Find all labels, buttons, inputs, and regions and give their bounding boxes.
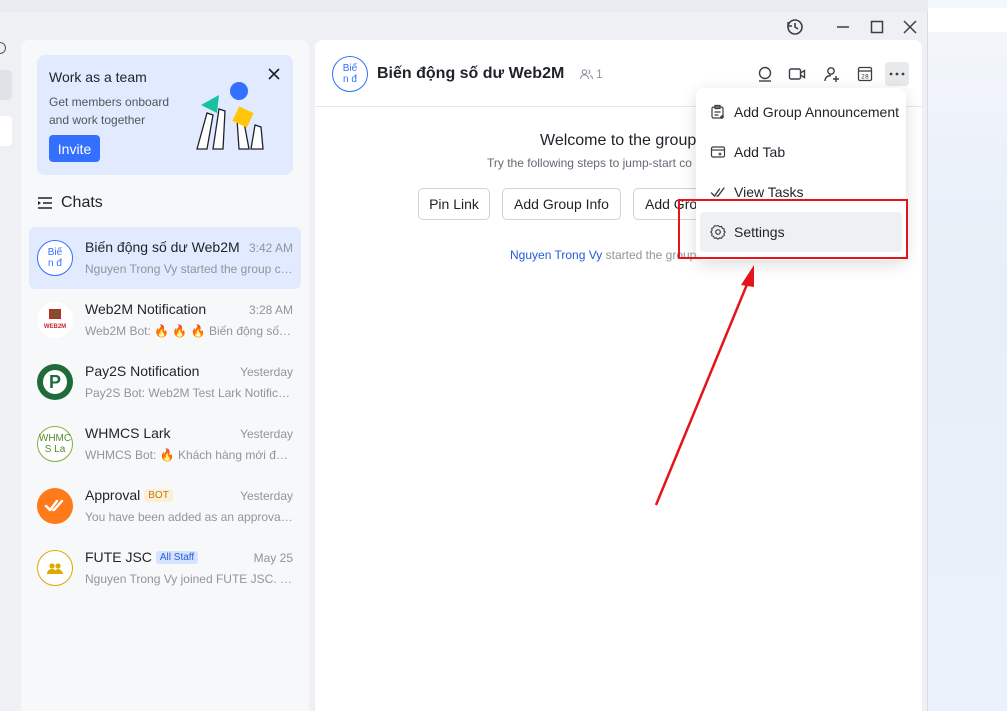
desktop-background	[928, 0, 1007, 711]
menu-item-add-tab[interactable]: Add Tab	[700, 132, 902, 172]
chat-item-whmcs-lark[interactable]: WHMC S La WHMCS Lark Yesterday WHMCS Bot…	[29, 413, 301, 475]
nav-icon[interactable]	[0, 42, 6, 54]
web2m-logo-icon	[49, 309, 61, 319]
chat-item-bien-dong[interactable]: Biế n đ Biến động số dư Web2M 3:42 AM Ng…	[29, 227, 301, 289]
team-illustration-icon	[193, 79, 269, 151]
group-avatar[interactable]: Biế n đ	[332, 56, 368, 92]
chat-name: Web2M Notification	[85, 301, 207, 317]
chats-list-icon	[38, 197, 52, 209]
chat-item-approval[interactable]: Approval BOT Yesterday You have been adde…	[29, 475, 301, 537]
welcome-subtitle: Try the following steps to jump-start co	[487, 156, 692, 170]
avatar: WHMC S La	[37, 426, 73, 462]
avatar: P	[37, 364, 73, 400]
approval-icon	[37, 488, 73, 524]
chat-item-pay2s-notification[interactable]: P Pay2S Notification Yesterday Pay2S Bot…	[29, 351, 301, 413]
settings-highlight-box	[678, 199, 908, 259]
chat-preview: WHMCS Bot: 🔥 Khách hàng mới đã đăng ký	[85, 448, 293, 462]
chat-name: Biến động số dư Web2M	[85, 239, 240, 255]
announcement-icon	[711, 104, 724, 119]
chat-preview: Nguyen Trong Vy joined FUTE JSC. Now mem…	[85, 572, 293, 586]
left-nav-strip	[0, 40, 16, 711]
chat-name: Pay2S Notification	[85, 363, 200, 379]
add-group-info-button[interactable]: Add Group Info	[502, 188, 621, 220]
minimize-icon[interactable]	[832, 16, 854, 38]
all-staff-badge: All Staff	[155, 550, 199, 564]
system-message-user[interactable]: Nguyen Trong Vy	[510, 248, 602, 262]
chats-header[interactable]: Chats	[37, 194, 103, 212]
chat-time: Yesterday	[240, 489, 293, 503]
chat-panel: Work as a team Get members onboard and w…	[21, 40, 309, 711]
chat-item-fute-jsc[interactable]: FUTE JSC All Staff May 25 Nguyen Trong Vy…	[29, 537, 301, 599]
chat-list: Biế n đ Biến động số dư Web2M 3:42 AM Ng…	[29, 227, 301, 599]
more-icon[interactable]	[885, 62, 909, 86]
chat-time: 3:42 AM	[248, 241, 293, 255]
avatar: WEB2M	[37, 302, 73, 338]
chat-preview: Pay2S Bot: Web2M Test Lark Notification	[85, 386, 293, 400]
chat-time: Yesterday	[240, 365, 293, 379]
chat-preview: You have been added as an approval bot	[85, 510, 293, 524]
team-card-title: Work as a team	[49, 69, 147, 85]
close-icon[interactable]	[899, 16, 921, 38]
avatar: Biế n đ	[37, 240, 73, 276]
title-bar	[0, 12, 928, 40]
pin-link-button[interactable]: Pin Link	[418, 188, 490, 220]
nav-item[interactable]	[0, 116, 12, 146]
chat-name: FUTE JSC All Staff	[85, 549, 199, 565]
invite-button[interactable]: Invite	[49, 135, 100, 162]
chat-time: 3:28 AM	[248, 303, 293, 317]
add-member-icon[interactable]	[820, 62, 844, 86]
chat-name: WHMCS Lark	[85, 425, 171, 441]
group-people-icon	[37, 550, 73, 586]
group-title[interactable]: Biến động số dư Web2M	[377, 65, 564, 83]
team-card-description: Get members onboard and work together	[49, 95, 170, 127]
svg-text:28: 28	[861, 74, 869, 81]
chat-preview: Nguyen Trong Vy started the group chat	[85, 262, 293, 276]
bot-badge: BOT	[144, 488, 173, 502]
menu-item-add-group-announcement[interactable]: Add Group Announcement	[700, 92, 902, 132]
members-icon	[580, 68, 593, 79]
work-as-team-card: Work as a team Get members onboard and w…	[37, 55, 293, 175]
chat-name: Approval BOT	[85, 487, 173, 503]
history-icon[interactable]	[784, 16, 806, 38]
tasks-icon	[710, 187, 725, 198]
chat-item-web2m-notification[interactable]: WEB2M Web2M Notification 3:28 AM Web2M B…	[29, 289, 301, 351]
chat-preview: Web2M Bot: 🔥 🔥 🔥 Biến động số dư	[85, 324, 293, 338]
member-count[interactable]: 1	[580, 67, 603, 81]
calendar-icon[interactable]: 28	[853, 62, 877, 86]
search-chat-icon[interactable]	[753, 62, 777, 86]
video-call-icon[interactable]	[785, 62, 809, 86]
add-tab-icon	[710, 146, 726, 158]
chat-time: May 25	[253, 551, 293, 565]
chats-header-label: Chats	[61, 194, 103, 211]
nav-item[interactable]	[0, 70, 12, 100]
maximize-icon[interactable]	[866, 16, 888, 38]
chat-time: Yesterday	[240, 427, 293, 441]
welcome-title: Welcome to the group	[540, 132, 697, 149]
